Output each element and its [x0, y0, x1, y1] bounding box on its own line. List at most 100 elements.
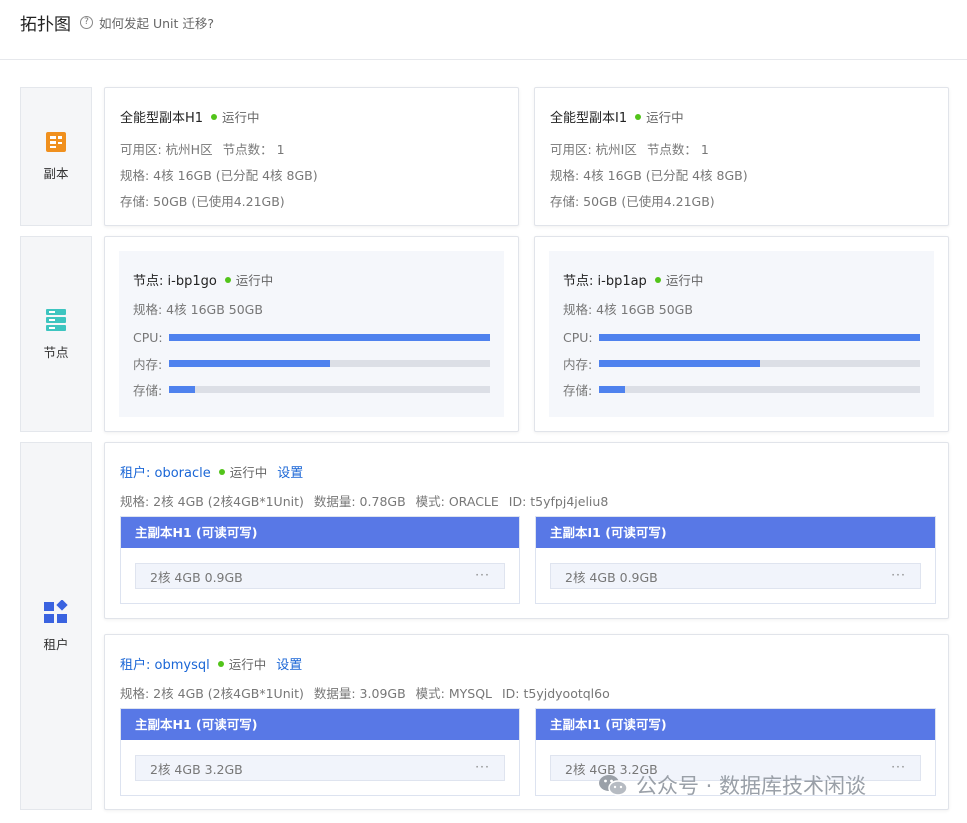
more-options-icon[interactable]: ···	[475, 567, 490, 582]
unit-title: 主副本I1 (可读可写)	[536, 517, 935, 548]
storage-usage-row: 存储:	[133, 380, 490, 398]
unit-spec-box: 2核 4GB 3.2GB ···	[135, 755, 505, 781]
tenant-spec-line: 规格: 2核 4GB (2核4GB*1Unit) 数据量: 0.78GB 模式: O…	[120, 491, 608, 510]
tenant-data-size: 数据量: 3.09GB	[313, 686, 406, 701]
section-tenant: 租户	[20, 442, 92, 810]
section-replica-label: 副本	[43, 166, 69, 181]
status-badge: 运行中	[224, 270, 273, 289]
memory-label: 内存:	[133, 356, 163, 372]
replica-document-icon	[46, 132, 66, 152]
node-name: 节点: i-bp1go	[133, 274, 217, 289]
storage-label: 存储:	[563, 382, 593, 398]
replica-node-count: 节点数： 1	[222, 142, 285, 157]
storage-usage-bar	[599, 385, 920, 393]
status-dot-icon	[217, 660, 224, 667]
unit-spec: 2核 4GB 3.2GB	[150, 761, 243, 777]
memory-usage-row: 内存:	[563, 354, 920, 372]
node-card-2: 节点: i-bp1ap 运行中 规格: 4核 16GB 50GB CPU: 内存…	[534, 236, 949, 432]
node-name: 节点: i-bp1ap	[563, 274, 647, 289]
page-header: 拓扑图 ? 如何发起 Unit 迁移?	[0, 0, 967, 60]
cpu-usage-fill	[599, 333, 920, 341]
storage-usage-bar	[169, 385, 490, 393]
memory-usage-fill	[599, 359, 760, 367]
replica-spec: 规格: 4核 16GB (已分配 4核 8GB)	[120, 168, 318, 183]
more-options-icon[interactable]: ···	[891, 567, 906, 582]
watermark: 公众号 · 数据库技术闲谈	[598, 770, 866, 800]
node-card-1: 节点: i-bp1go 运行中 规格: 4核 16GB 50GB CPU: 内存…	[104, 236, 519, 432]
unit-spec: 2核 4GB 0.9GB	[565, 569, 658, 585]
storage-label: 存储:	[133, 382, 163, 398]
unit-title: 主副本H1 (可读可写)	[121, 517, 519, 548]
cpu-usage-bar	[169, 333, 490, 341]
status-badge: 运行中	[654, 270, 703, 289]
tenant-id: ID: t5yjdyootql6o	[502, 686, 610, 701]
section-node: 节点	[20, 236, 92, 432]
storage-usage-fill	[599, 385, 625, 393]
replica-title: 全能型副本H1 运行中	[120, 107, 260, 126]
replica-zone: 可用区: 杭州H区	[120, 142, 213, 157]
tenant-spec-line: 规格: 2核 4GB (2核4GB*1Unit) 数据量: 3.09GB 模式: M…	[120, 683, 610, 702]
section-replica: 副本	[20, 87, 92, 226]
more-options-icon[interactable]: ···	[891, 759, 906, 774]
cpu-usage-fill	[169, 333, 490, 341]
node-title: 节点: i-bp1go 运行中	[133, 270, 273, 289]
memory-usage-fill	[169, 359, 330, 367]
replica-name: 全能型副本H1	[120, 111, 204, 126]
replica-card-i1: 全能型副本I1 运行中 可用区: 杭州I区 节点数： 1 规格: 4核 16GB …	[534, 87, 949, 226]
tenant-blocks-icon	[44, 599, 68, 623]
node-panel: 节点: i-bp1ap 运行中 规格: 4核 16GB 50GB CPU: 内存…	[549, 251, 934, 417]
more-options-icon[interactable]: ···	[475, 759, 490, 774]
help-link[interactable]: ? 如何发起 Unit 迁移?	[80, 13, 214, 32]
status-dot-icon	[635, 113, 642, 120]
memory-usage-bar	[599, 359, 920, 367]
tenant-name-link[interactable]: 租户: oboracle	[120, 462, 211, 481]
server-stack-icon	[46, 308, 66, 331]
status-badge: 运行中	[635, 107, 684, 126]
storage-usage-fill	[169, 385, 195, 393]
status-dot-icon	[224, 276, 231, 283]
tenant-id: ID: t5yfpj4jeliu8	[508, 494, 609, 509]
tenant-spec: 规格: 2核 4GB (2核4GB*1Unit)	[120, 686, 304, 701]
wechat-icon	[599, 775, 628, 796]
memory-usage-bar	[169, 359, 490, 367]
tenant-name-link[interactable]: 租户: obmysql	[120, 654, 210, 673]
memory-label: 内存:	[563, 356, 593, 372]
watermark-text: 公众号 · 数据库技术闲谈	[636, 774, 867, 798]
tenant-mode: 模式: MYSQL	[415, 686, 492, 701]
section-tenant-label: 租户	[43, 636, 69, 652]
status-badge: 运行中	[211, 107, 260, 126]
status-badge: 运行中	[218, 462, 267, 481]
unit-spec-box: 2核 4GB 0.9GB ···	[135, 563, 505, 589]
node-spec: 规格: 4核 16GB 50GB	[133, 302, 263, 317]
help-link-text[interactable]: 如何发起 Unit 迁移?	[99, 13, 214, 32]
section-node-label: 节点	[43, 344, 69, 360]
replica-node-count: 节点数： 1	[646, 142, 709, 157]
cpu-usage-row: CPU:	[563, 328, 920, 346]
replica-zone-line: 可用区: 杭州I区 节点数： 1	[550, 139, 709, 158]
replica-spec: 规格: 4核 16GB (已分配 4核 8GB)	[550, 168, 748, 183]
replica-zone-line: 可用区: 杭州H区 节点数： 1	[120, 139, 285, 158]
replica-card-h1: 全能型副本H1 运行中 可用区: 杭州H区 节点数： 1 规格: 4核 16GB …	[104, 87, 519, 226]
tenant-settings-link[interactable]: 设置	[276, 654, 302, 673]
replica-name: 全能型副本I1	[550, 111, 628, 126]
tenant-settings-link[interactable]: 设置	[277, 462, 303, 481]
node-panel: 节点: i-bp1go 运行中 规格: 4核 16GB 50GB CPU: 内存…	[119, 251, 504, 417]
tenant-card-oboracle: 租户: oboracle 运行中 设置 规格: 2核 4GB (2核4GB*1U…	[104, 442, 949, 619]
status-badge: 运行中	[217, 654, 266, 673]
unit-card-h1: 主副本H1 (可读可写) 2核 4GB 3.2GB ···	[120, 708, 520, 796]
status-dot-icon	[654, 276, 661, 283]
unit-title: 主副本I1 (可读可写)	[536, 709, 935, 740]
replica-title: 全能型副本I1 运行中	[550, 107, 684, 126]
cpu-usage-bar	[599, 333, 920, 341]
cpu-label: CPU:	[563, 329, 593, 345]
unit-spec: 2核 4GB 0.9GB	[150, 569, 243, 585]
memory-usage-row: 内存:	[133, 354, 490, 372]
unit-card-h1: 主副本H1 (可读可写) 2核 4GB 0.9GB ···	[120, 516, 520, 604]
node-title: 节点: i-bp1ap 运行中	[563, 270, 703, 289]
replica-storage: 存储: 50GB (已使用4.21GB)	[550, 194, 715, 209]
node-spec: 规格: 4核 16GB 50GB	[563, 302, 693, 317]
page-title: 拓扑图	[20, 15, 71, 35]
tenant-title: 租户: oboracle 运行中 设置	[120, 462, 303, 481]
tenant-mode: 模式: ORACLE	[415, 494, 499, 509]
status-dot-icon	[211, 113, 218, 120]
